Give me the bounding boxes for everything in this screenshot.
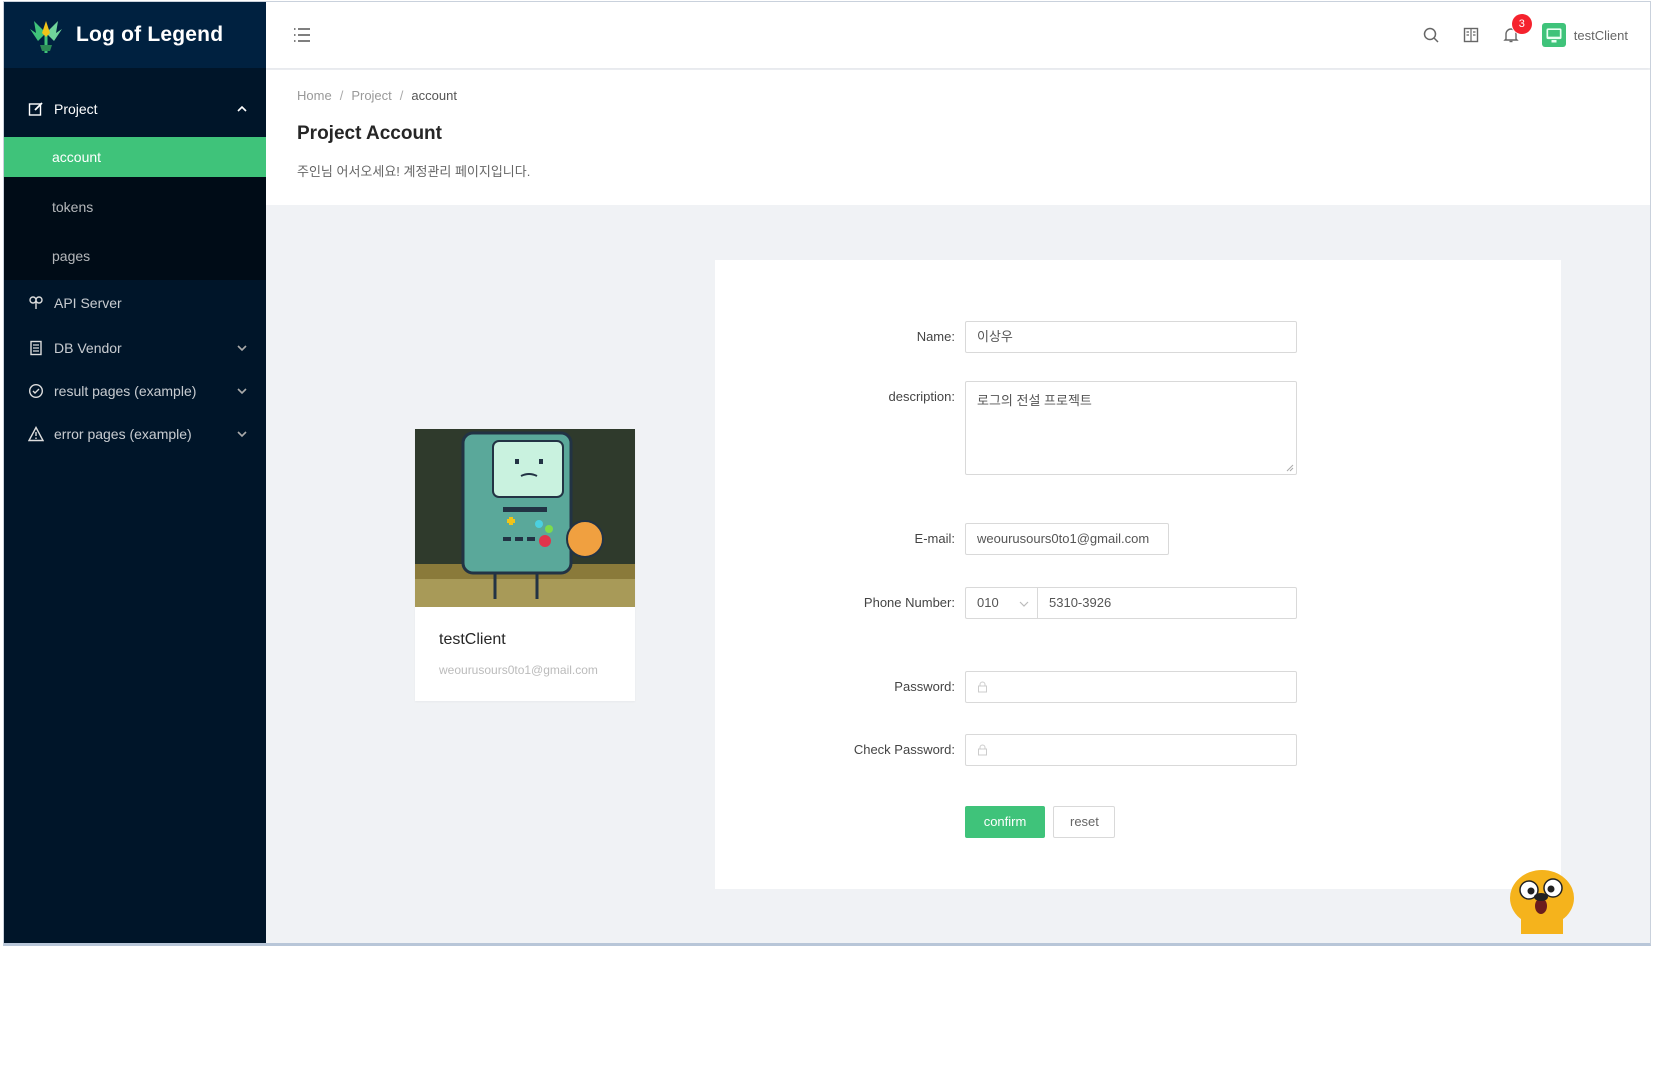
header-actions: 3 testClient [1400, 2, 1628, 68]
bell-icon[interactable]: 3 [1502, 14, 1532, 44]
sidebar: Log of Legend Project account tokens pag… [4, 2, 266, 943]
sidebar-item-result-pages[interactable]: result pages (example) [4, 370, 266, 412]
email-label: E-mail: [914, 531, 955, 546]
profile-email: weourusours0to1@gmail.com [439, 663, 598, 677]
header-username[interactable]: testClient [1574, 28, 1628, 43]
project-submenu: account tokens pages [4, 137, 266, 280]
sidebar-item-label: Project [54, 100, 98, 117]
logo[interactable]: Log of Legend [4, 2, 266, 68]
sidebar-item-label: error pages (example) [54, 426, 192, 442]
chevron-down-icon [237, 431, 247, 438]
sidebar-item-api-server[interactable]: API Server [4, 280, 266, 326]
check-password-input[interactable] [965, 734, 1297, 766]
profile-name: testClient [439, 631, 506, 648]
profile-image [415, 429, 635, 607]
description-label: description: [888, 389, 956, 404]
database-icon [28, 340, 44, 356]
notification-badge: 3 [1511, 14, 1532, 34]
phone-input[interactable]: 5310-3926 [1037, 587, 1297, 619]
app-title: Log of Legend [76, 23, 224, 46]
form-row-description: description: 로그의 전설 프로젝트 [715, 381, 1297, 475]
breadcrumb-home[interactable]: Home [297, 88, 332, 103]
sidebar-item-db-vendor[interactable]: DB Vendor [4, 326, 266, 370]
sidebar-item-account[interactable]: account [4, 137, 266, 177]
sidebar-item-project[interactable]: Project [4, 84, 266, 133]
form-row-password: Password: [715, 671, 1297, 703]
breadcrumb-current: account [411, 88, 457, 103]
lock-icon [978, 744, 987, 756]
breadcrumb-separator: / [339, 88, 344, 103]
reset-button[interactable]: reset [1053, 806, 1115, 838]
password-input[interactable] [965, 671, 1297, 703]
chevron-down-icon [1019, 601, 1029, 607]
form-row-email: E-mail: weourusours0to1@gmail.com [715, 523, 1169, 555]
form-actions: confirm reset [965, 806, 1115, 838]
form-row-phone: Phone Number: 010 5310-3926 [715, 587, 1297, 619]
breadcrumb-project[interactable]: Project [351, 88, 391, 103]
api-icon [28, 295, 44, 311]
top-header: 3 testClient [266, 2, 1650, 68]
phone-prefix-value: 010 [977, 595, 999, 610]
breadcrumb-separator: / [399, 88, 404, 103]
mascot-icon[interactable] [1507, 866, 1577, 934]
sidebar-item-error-pages[interactable]: error pages (example) [4, 412, 266, 456]
phone-prefix-select[interactable]: 010 [965, 587, 1037, 619]
sidebar-item-label: DB Vendor [54, 340, 122, 356]
docs-icon[interactable] [1462, 26, 1480, 44]
description-textarea[interactable]: 로그의 전설 프로젝트 [965, 381, 1297, 475]
chevron-down-icon [237, 345, 247, 352]
sidebar-item-label: result pages (example) [54, 383, 197, 399]
check-circle-icon [28, 383, 44, 399]
name-label: Name: [916, 329, 955, 344]
menu-fold-icon[interactable] [292, 25, 312, 45]
lock-icon [978, 681, 987, 693]
resize-handle-icon[interactable] [1286, 464, 1294, 472]
sidebar-menu: Project account tokens pages API Server [4, 84, 266, 456]
account-form-card [715, 260, 1561, 889]
app-window: Log of Legend Project account tokens pag… [3, 1, 1651, 946]
password-label: Password: [894, 679, 955, 694]
page-description: 주인님 어서오세요! 계정관리 페이지입니다. [297, 164, 531, 179]
logo-icon [30, 21, 62, 53]
profile-card: testClient weourusours0to1@gmail.com [415, 429, 635, 701]
phone-label: Phone Number: [863, 595, 955, 610]
sidebar-item-tokens[interactable]: tokens [4, 182, 266, 231]
page-title: Project Account [297, 123, 442, 144]
form-row-check-password: Check Password: [715, 734, 1297, 766]
sidebar-item-label: pages [52, 247, 91, 264]
warning-icon [28, 426, 44, 442]
description-text: 로그의 전설 프로젝트 [977, 393, 1092, 408]
breadcrumb: Home / Project / account [297, 88, 1650, 103]
chevron-up-icon [237, 105, 247, 112]
email-input[interactable]: weourusours0to1@gmail.com [965, 523, 1169, 555]
edit-icon [28, 101, 44, 117]
avatar[interactable] [1541, 23, 1566, 47]
sidebar-item-label: API Server [54, 295, 122, 311]
check-password-label: Check Password: [853, 742, 955, 757]
app-root: Log of Legend Project account tokens pag… [0, 0, 1656, 1080]
form-row-name: Name: 이상우 [715, 321, 1297, 353]
search-icon[interactable] [1422, 26, 1440, 44]
name-input[interactable]: 이상우 [965, 321, 1297, 353]
chevron-down-icon [237, 388, 247, 395]
page-header: Home / Project / account Project Account… [266, 70, 1650, 205]
sidebar-item-label: account [52, 149, 102, 165]
confirm-button[interactable]: confirm [965, 806, 1045, 838]
sidebar-item-pages[interactable]: pages [4, 231, 266, 280]
sidebar-item-label: tokens [52, 198, 94, 215]
